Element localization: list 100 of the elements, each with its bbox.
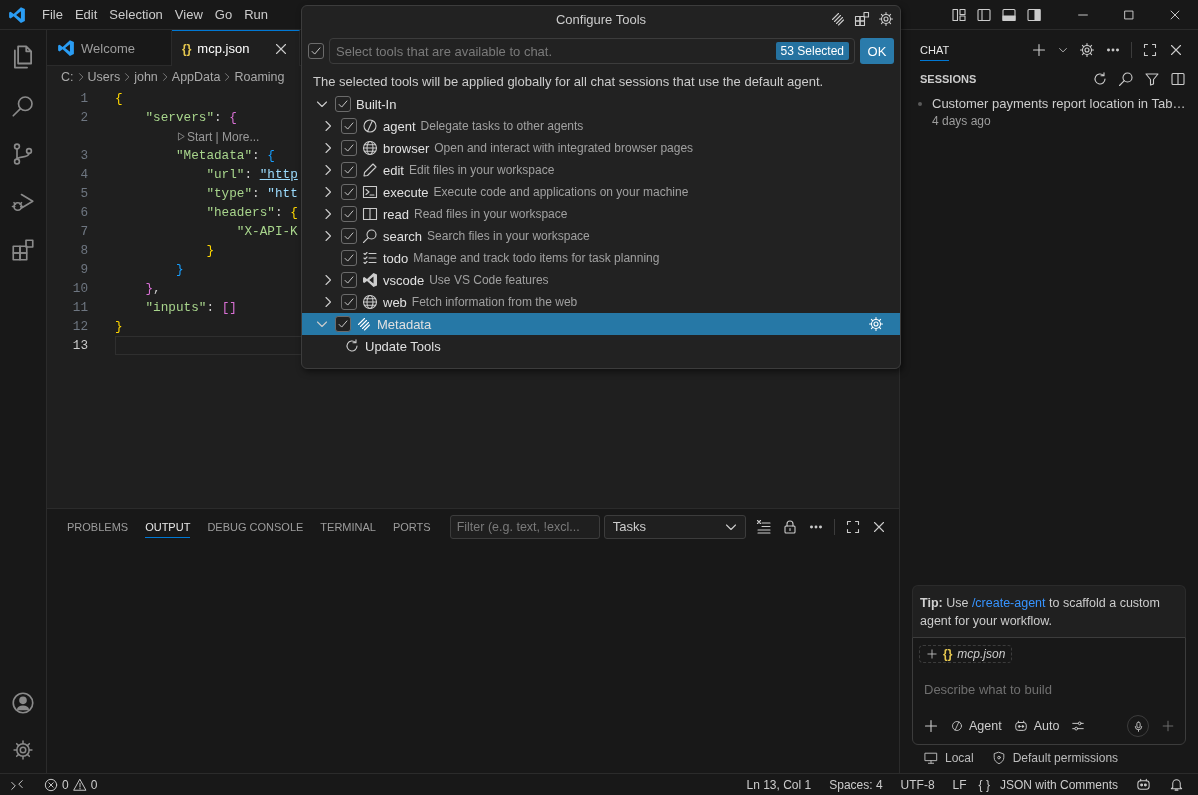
command-link[interactable]: /create-agent [971, 596, 1046, 610]
settings-icon[interactable] [878, 11, 894, 27]
bell-icon[interactable] [1169, 777, 1184, 792]
extensions-icon[interactable] [854, 11, 870, 27]
clear-output-icon[interactable] [755, 518, 772, 535]
sidebar-toggle-icon[interactable] [976, 6, 992, 23]
error-count[interactable]: 0 [62, 777, 69, 792]
checkbox[interactable] [341, 272, 357, 288]
checkbox[interactable] [341, 228, 357, 244]
tool-group-row[interactable]: Built-In [302, 93, 900, 115]
line-number: 2 [79, 110, 89, 125]
menu-item[interactable]: Edit [68, 4, 104, 25]
check-icon [342, 207, 356, 221]
vscode-logo-icon [362, 272, 378, 288]
monitor-icon [924, 751, 938, 765]
checkbox[interactable] [335, 96, 351, 112]
panel-tab[interactable]: DEBUG CONSOLE [207, 515, 304, 538]
menu-item[interactable]: Go [208, 4, 239, 25]
checkbox[interactable] [341, 184, 357, 200]
menu-item[interactable]: File [36, 4, 69, 25]
menu-item[interactable]: Selection [103, 4, 169, 25]
tool-description: Search files in your workspace [427, 229, 590, 243]
chat-input-box[interactable]: {} mcp.json Describe what to build Agent Auto [912, 637, 1186, 745]
checkbox[interactable] [335, 316, 351, 332]
branch-icon[interactable] [11, 142, 35, 166]
split-icon[interactable] [1170, 71, 1186, 87]
check-icon [342, 141, 356, 155]
terminal-icon [362, 184, 378, 200]
secondary-sidebar-icon[interactable] [1026, 6, 1042, 23]
channel-dropdown[interactable]: Tasks [603, 514, 746, 539]
filter-icon[interactable] [1144, 71, 1160, 87]
tool-group-row[interactable]: Metadata [302, 313, 900, 335]
group-label: Metadata [377, 316, 432, 332]
panel-toggle-icon[interactable] [1001, 6, 1017, 23]
model-button[interactable]: Auto [1013, 719, 1060, 733]
close-icon[interactable] [1168, 42, 1184, 58]
breadcrumb-item[interactable]: Roaming [234, 70, 285, 84]
location-button[interactable]: Local [924, 751, 974, 765]
attachment-chip[interactable]: {} mcp.json [919, 645, 1013, 663]
code-line: } [115, 319, 123, 334]
warning-count[interactable]: 0 [90, 777, 98, 792]
search-icon[interactable] [11, 94, 35, 118]
line-number: 13 [71, 338, 89, 353]
mode-button[interactable]: Agent [951, 719, 1002, 733]
menu-item[interactable]: Run [238, 4, 274, 25]
session-title[interactable]: Customer payments report location in Tab… [932, 96, 1188, 111]
encoding[interactable]: UTF-8 [894, 777, 941, 792]
maximize-icon[interactable] [1142, 42, 1158, 58]
checkbox[interactable] [341, 162, 357, 178]
robot-icon[interactable] [1136, 777, 1151, 792]
extensions-icon[interactable] [11, 238, 35, 262]
menu-item[interactable]: View [168, 4, 209, 25]
indentation[interactable]: Spaces: 4 [823, 777, 889, 792]
line-number: 3 [79, 148, 89, 163]
editor-tab[interactable]: {} mcp.json [172, 30, 300, 66]
checkbox[interactable] [341, 294, 357, 310]
layout-icon[interactable] [951, 6, 967, 23]
select-all-checkbox[interactable] [308, 43, 324, 59]
checkbox[interactable] [341, 140, 357, 156]
group-label: Built-In [356, 96, 397, 112]
tool-name: agent [383, 118, 416, 134]
codelens-link[interactable]: Start | More... [175, 129, 260, 144]
language-mode[interactable]: JSON with Comments [993, 777, 1124, 792]
sliders-icon[interactable] [1071, 719, 1086, 733]
panel-tab[interactable]: OUTPUT [145, 515, 191, 538]
checkbox[interactable] [341, 206, 357, 222]
breadcrumb-item[interactable]: john [134, 70, 158, 84]
search-icon[interactable] [1118, 71, 1134, 87]
breadcrumb-item[interactable]: Users [87, 70, 121, 84]
panel-tab[interactable]: TERMINAL [320, 515, 376, 538]
update-tools-action[interactable]: Update Tools [365, 338, 441, 354]
account-icon[interactable] [11, 691, 35, 715]
settings-icon[interactable] [1079, 42, 1095, 58]
slashed-circle-icon [362, 118, 378, 134]
panel-tab[interactable]: PORTS [392, 515, 431, 538]
refresh-icon[interactable] [1092, 71, 1108, 87]
stripes-logo-icon[interactable] [830, 11, 846, 27]
line-ending[interactable]: LF [946, 777, 973, 792]
chat-input-field[interactable]: Describe what to build [919, 669, 1179, 709]
maximize-panel-icon[interactable] [844, 518, 861, 535]
code-line: "X-API-K [236, 224, 298, 239]
tool-description: Read files in your workspace [414, 207, 568, 221]
lock-icon[interactable] [781, 518, 798, 535]
cursor-position[interactable]: Ln 13, Col 1 [740, 777, 818, 792]
settings-icon[interactable] [12, 739, 34, 761]
chat-tab[interactable]: CHAT [920, 39, 950, 61]
remote-icon[interactable] [10, 777, 24, 792]
checkbox[interactable] [341, 250, 357, 266]
error-icon [44, 777, 58, 792]
panel-tab[interactable]: PROBLEMS [67, 515, 129, 538]
filter-field[interactable]: Filter (e.g. text, !excl... [449, 514, 600, 539]
tool-description: Delegate tasks to other agents [420, 119, 584, 133]
line-number: 10 [71, 281, 89, 296]
ok-button[interactable]: OK [860, 38, 894, 64]
breadcrumb-item[interactable]: C: [61, 70, 74, 84]
permissions-button[interactable]: Default permissions [991, 751, 1119, 765]
checkbox[interactable] [341, 118, 357, 134]
breadcrumb-item[interactable]: AppData [171, 70, 221, 84]
tool-description: Open and interact with integrated browser pages [434, 141, 694, 155]
maximize-icon[interactable] [1122, 7, 1136, 22]
